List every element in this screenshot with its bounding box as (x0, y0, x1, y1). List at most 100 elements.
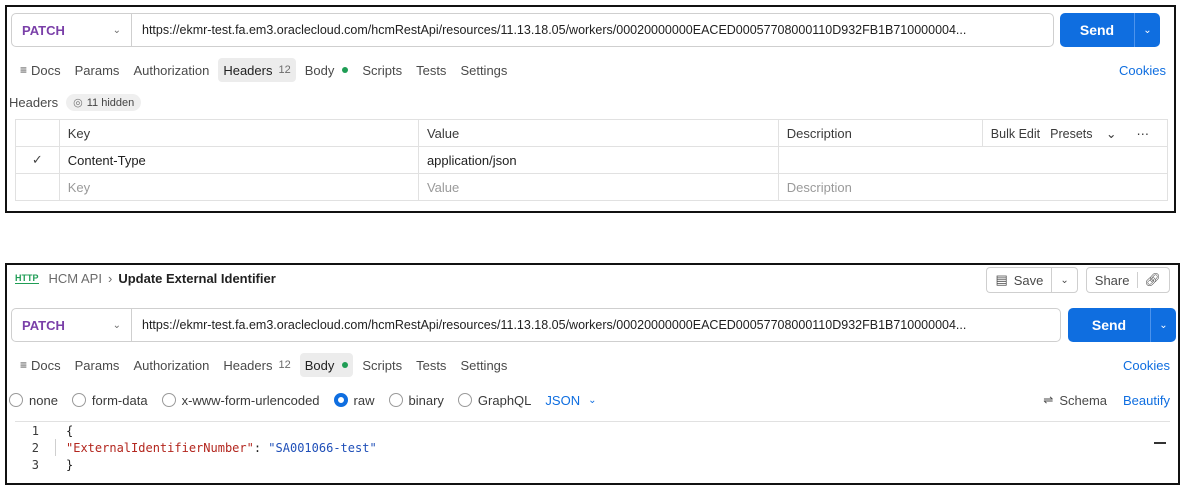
tab-settings[interactable]: Settings (455, 58, 512, 82)
scrollbar-handle[interactable] (1154, 442, 1166, 444)
docs-icon: ≡ (20, 358, 28, 372)
chevron-right-icon: › (107, 271, 113, 286)
breadcrumb: HTTP HCM API › Update External Identifie… (15, 271, 276, 286)
breadcrumb-collection[interactable]: HCM API (49, 271, 102, 286)
share-button[interactable]: Share 🔗︎ (1085, 267, 1170, 293)
row-checkbox[interactable]: ✓ (15, 146, 60, 174)
check-icon: ✓ (31, 152, 43, 167)
radio-raw-label: raw (353, 392, 375, 408)
tab-scripts[interactable]: Scripts (357, 58, 407, 82)
body-code-editor[interactable]: 1 { 2 "ExternalIdentifierNumber": "SA001… (15, 421, 1170, 481)
tab-headers-label: Headers (223, 357, 273, 373)
line-number: 3 (31, 457, 39, 472)
method-select[interactable]: PATCH ⌄ (12, 14, 132, 46)
header-key-cell[interactable]: Content-Type (58, 146, 419, 174)
cookies-link[interactable]: Cookies (1123, 358, 1170, 373)
language-select[interactable]: JSON ⌄ (545, 393, 596, 408)
docs-icon: ≡ (20, 63, 28, 77)
schema-label: Schema (1059, 392, 1108, 408)
code-colon: : (253, 440, 269, 455)
tab-body[interactable]: Body (300, 58, 354, 82)
hidden-headers-toggle[interactable]: ◎ 11 hidden (66, 94, 142, 111)
send-options-chevron-icon[interactable]: ⌄ (1134, 13, 1160, 47)
more-options-icon[interactable]: ⋯ (1137, 127, 1150, 141)
column-value: Value (417, 119, 779, 147)
radio-form-data[interactable]: form-data (71, 392, 148, 408)
code-json-key: "ExternalIdentifierNumber" (66, 440, 254, 455)
tab-settings[interactable]: Settings (455, 353, 512, 377)
radio-circle (9, 393, 23, 407)
presets-dropdown[interactable]: Presets ⌄ (1050, 127, 1126, 141)
tab-headers[interactable]: Headers 12 (218, 58, 296, 82)
new-key-input[interactable]: Key (58, 173, 419, 201)
line-number: 2 (31, 440, 39, 455)
radio-urlencoded-label: x-www-form-urlencoded (181, 392, 320, 408)
tab-params[interactable]: Params (70, 353, 125, 377)
radio-urlencoded[interactable]: x-www-form-urlencoded (161, 392, 320, 408)
schema-button[interactable]: ⇌ Schema (1043, 393, 1107, 408)
radio-circle (457, 393, 472, 407)
method-select[interactable]: PATCH ⌄ (12, 309, 132, 341)
tab-params-label: Params (74, 357, 120, 373)
save-options-chevron-icon[interactable]: ⌄ (1051, 267, 1078, 293)
tab-scripts[interactable]: Scripts (357, 353, 407, 377)
save-button[interactable]: ▤ Save (986, 267, 1052, 293)
tab-body-label: Body (304, 62, 335, 78)
tab-docs[interactable]: ≡ Docs (15, 58, 66, 82)
tab-params[interactable]: Params (70, 58, 125, 82)
share-label: Share (1094, 272, 1130, 288)
header-check-col (15, 119, 60, 147)
tab-body[interactable]: Body (299, 353, 354, 377)
tab-tests[interactable]: Tests (411, 58, 451, 82)
send-options-chevron-icon[interactable]: ⌄ (1150, 308, 1176, 342)
radio-none[interactable]: none (9, 393, 58, 408)
send-button[interactable]: Send (1068, 317, 1150, 333)
page-title[interactable]: Update External Identifier (118, 271, 275, 286)
radio-circle (161, 393, 176, 407)
url-input[interactable]: https://ekmr-test.fa.em3.oraclecloud.com… (132, 23, 1053, 37)
new-description-input[interactable]: Description (777, 173, 1169, 201)
language-label: JSON (545, 392, 581, 408)
radio-raw[interactable]: raw (333, 392, 375, 408)
radio-graphql[interactable]: GraphQL (457, 392, 532, 408)
beautify-link[interactable]: Beautify (1123, 393, 1170, 408)
column-description: Description (777, 119, 983, 147)
tab-scripts-label: Scripts (362, 62, 403, 78)
request-panel-body: HTTP HCM API › Update External Identifie… (5, 263, 1180, 485)
header-description-cell[interactable] (777, 146, 1169, 174)
table-row-new: Key Value Description (15, 173, 1169, 201)
headers-table: Key Value Description Bulk Edit Presets ⌄… (15, 119, 1169, 201)
tab-params-label: Params (74, 62, 120, 78)
chevron-down-icon: ⌄ (1106, 126, 1117, 141)
radio-binary[interactable]: binary (388, 393, 444, 408)
tab-headers[interactable]: Headers 12 (218, 353, 295, 377)
code-close-brace: } (66, 457, 74, 472)
tab-scripts-label: Scripts (362, 357, 403, 373)
chevron-down-icon: ⌄ (112, 24, 121, 36)
send-button[interactable]: Send (1060, 22, 1134, 38)
new-value-input[interactable]: Value (417, 173, 779, 201)
code-line: 3 } (15, 456, 1170, 473)
line-number: 1 (31, 423, 39, 438)
cookies-link[interactable]: Cookies (1119, 63, 1166, 78)
method-label: PATCH (22, 22, 65, 38)
tab-settings-label: Settings (460, 357, 508, 373)
headers-subheader: Headers ◎ 11 hidden (9, 94, 142, 111)
radio-form-data-label: form-data (91, 392, 148, 408)
header-value-cell[interactable]: application/json (417, 146, 779, 174)
tab-authorization[interactable]: Authorization (128, 58, 214, 82)
column-key: Key (58, 119, 419, 147)
top-actions: ▤ Save ⌄ Share 🔗︎ (986, 267, 1170, 293)
request-panel-headers: PATCH ⌄ https://ekmr-test.fa.em3.oraclec… (5, 5, 1176, 213)
bulk-edit-link[interactable]: Bulk Edit (991, 127, 1040, 141)
radio-circle (71, 393, 86, 407)
url-input[interactable]: https://ekmr-test.fa.em3.oraclecloud.com… (132, 318, 1060, 332)
tab-body-label: Body (304, 357, 335, 373)
tab-tests[interactable]: Tests (411, 353, 451, 377)
method-label: PATCH (22, 317, 65, 333)
radio-graphql-label: GraphQL (477, 392, 532, 408)
tab-docs[interactable]: ≡ Docs (15, 353, 66, 377)
tab-headers-label: Headers (223, 62, 273, 78)
link-icon[interactable]: 🔗︎ (1137, 272, 1161, 288)
tab-authorization[interactable]: Authorization (128, 353, 214, 377)
